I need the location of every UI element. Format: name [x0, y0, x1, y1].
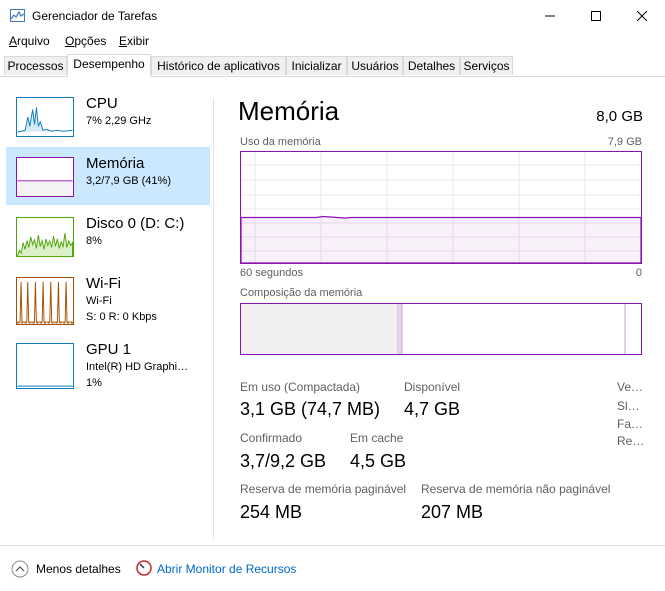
- menu-file[interactable]: Arquivo: [9, 34, 50, 48]
- form-factor-label-truncated: Fa…: [617, 417, 644, 431]
- menu-view[interactable]: Exibir: [119, 34, 149, 48]
- cached-label: Em cache: [350, 431, 404, 445]
- task-manager-icon: [10, 9, 25, 22]
- resource-list: CPU 7% 2,29 GHz Memória 3,2/7,9 GB (41%)…: [0, 77, 214, 540]
- sidebar-title: CPU: [86, 95, 118, 112]
- time-zero-label: 0: [635, 267, 642, 279]
- sidebar-subtitle: Wi-Fi: [86, 295, 112, 307]
- committed-value: 3,7/9,2 GB: [240, 451, 327, 471]
- footer-bar: Menos detalhes Abrir Monitor de Recursos: [0, 545, 665, 591]
- tab-strip: Processos Desempenho Histórico de aplica…: [0, 54, 665, 77]
- composition-in-use: [241, 304, 398, 354]
- memory-composition-bar: [240, 303, 642, 355]
- sidebar-item-disk[interactable]: Disco 0 (D: C:) 8%: [6, 207, 210, 265]
- sidebar-title: GPU 1: [86, 341, 132, 358]
- sidebar-subtitle-2: 1%: [86, 377, 102, 389]
- sidebar-item-memory[interactable]: Memória 3,2/7,9 GB (41%): [6, 147, 210, 205]
- tab-startup[interactable]: Inicializar: [286, 56, 347, 75]
- sidebar-item-gpu[interactable]: GPU 1 Intel(R) HD Graphi… 1%: [6, 333, 210, 395]
- usage-graph-label: Uso da memória: [240, 136, 321, 148]
- memory-usage-area: [241, 215, 641, 263]
- slots-label-truncated: Sl…: [617, 399, 640, 413]
- sidebar-subtitle-2: S: 0 R: 0 Kbps: [86, 311, 157, 323]
- close-button[interactable]: [619, 0, 665, 32]
- tab-performance[interactable]: Desempenho: [67, 54, 151, 77]
- nonpaged-pool-label: Reserva de memória não paginável: [421, 482, 611, 496]
- tab-services[interactable]: Serviços: [460, 56, 513, 75]
- sidebar-title: Memória: [86, 155, 145, 172]
- memory-thumbnail-graph: [16, 157, 74, 197]
- chevron-up-icon[interactable]: [11, 560, 29, 578]
- available-value: 4,7 GB: [404, 399, 461, 419]
- panel-divider: [213, 98, 214, 538]
- sidebar-subtitle: 8%: [86, 235, 102, 247]
- window-title: Gerenciador de Tarefas: [32, 9, 158, 23]
- gpu-thumbnail-graph: [16, 343, 74, 389]
- disk-thumbnail-graph: [16, 217, 74, 257]
- maximize-icon: [591, 11, 601, 21]
- tab-app-history[interactable]: Histórico de aplicativos: [151, 56, 286, 75]
- available-label: Disponível: [404, 380, 461, 394]
- sidebar-title: Disco 0 (D: C:): [86, 215, 185, 232]
- paged-pool-label: Reserva de memória paginável: [240, 482, 407, 496]
- speed-label-truncated: Ve…: [617, 380, 644, 394]
- in-use-label: Em uso (Compactada): [240, 380, 361, 394]
- menu-options[interactable]: Opções: [65, 34, 106, 48]
- open-resource-monitor-link[interactable]: Abrir Monitor de Recursos: [157, 562, 296, 576]
- in-use-value: 3,1 GB (74,7 MB): [240, 399, 381, 419]
- tab-processes[interactable]: Processos: [4, 56, 67, 75]
- close-icon: [637, 11, 647, 21]
- total-memory: 8,0 GB: [596, 108, 643, 125]
- maximize-button[interactable]: [573, 0, 619, 32]
- page-title: Memória: [238, 96, 340, 126]
- sidebar-subtitle: Intel(R) HD Graphi…: [86, 361, 189, 373]
- composition-label: Composição da memória: [240, 287, 363, 299]
- time-range-label: 60 segundos: [240, 267, 303, 279]
- sidebar-subtitle: 7% 2,29 GHz: [86, 115, 152, 127]
- nonpaged-pool-value: 207 MB: [421, 502, 484, 522]
- minimize-button[interactable]: [527, 0, 573, 32]
- menu-bar: Arquivo Opções Exibir: [0, 32, 665, 52]
- sidebar-item-cpu[interactable]: CPU 7% 2,29 GHz: [6, 87, 210, 145]
- sidebar-title: Wi-Fi: [86, 275, 121, 292]
- sidebar-subtitle: 3,2/7,9 GB (41%): [86, 175, 171, 187]
- resource-monitor-icon: [136, 560, 152, 576]
- wifi-thumbnail-graph: [16, 277, 74, 325]
- usage-graph-max: 7,9 GB: [607, 136, 642, 148]
- memory-usage-graph: [240, 151, 642, 264]
- reserved-label-truncated: Re…: [617, 434, 645, 448]
- minimize-icon: [545, 15, 555, 17]
- fewer-details-link[interactable]: Menos detalhes: [36, 562, 121, 576]
- cpu-thumbnail-graph: [16, 97, 74, 137]
- cached-value: 4,5 GB: [350, 451, 407, 471]
- title-bar: Gerenciador de Tarefas: [0, 0, 665, 32]
- tab-users[interactable]: Usuários: [347, 56, 403, 75]
- sidebar-item-wifi[interactable]: Wi-Fi Wi-Fi S: 0 R: 0 Kbps: [6, 267, 210, 333]
- tab-details[interactable]: Detalhes: [403, 56, 460, 75]
- committed-label: Confirmado: [240, 431, 303, 445]
- paged-pool-value: 254 MB: [240, 502, 303, 522]
